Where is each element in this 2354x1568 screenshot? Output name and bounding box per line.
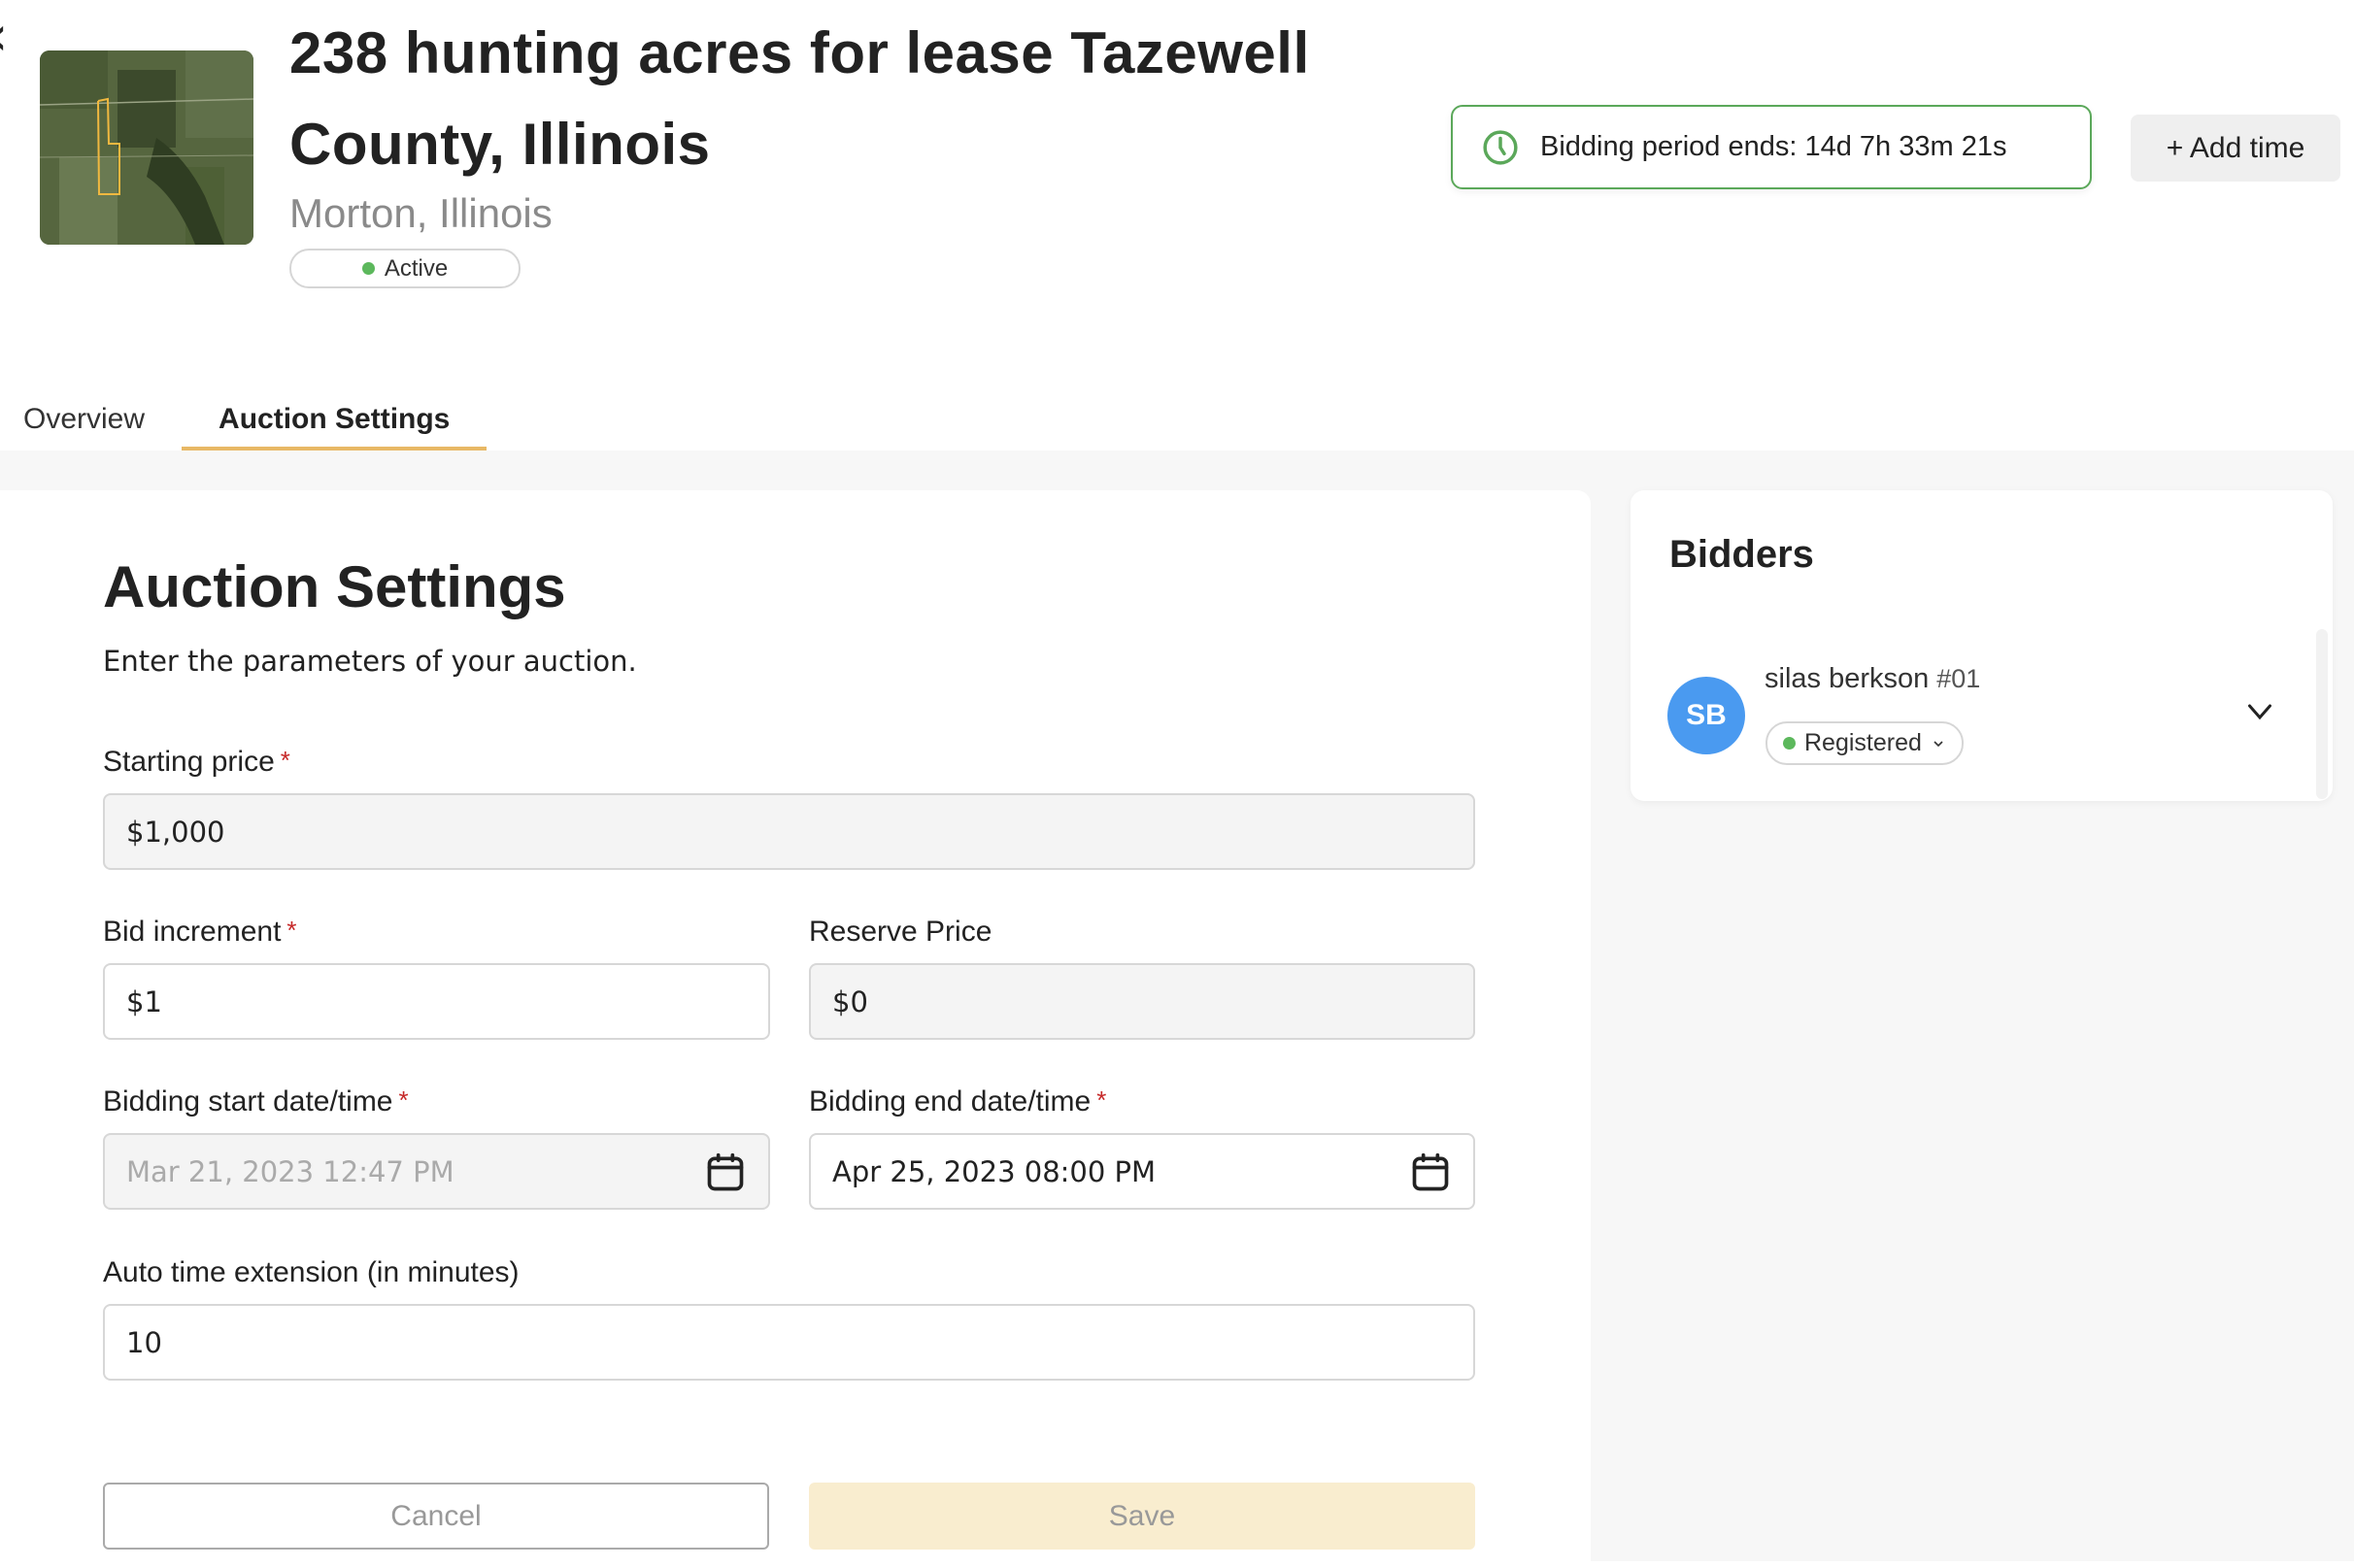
required-mark: * bbox=[1096, 1085, 1107, 1115]
bidder-name: silas berkson bbox=[1765, 663, 1930, 694]
listing-title: 238 hunting acres for lease Tazewell Cou… bbox=[289, 20, 1310, 177]
chevron-down-icon[interactable] bbox=[2242, 694, 2277, 729]
reserve-price-label: Reserve Price bbox=[809, 916, 992, 949]
listing-location: Morton, Illinois bbox=[289, 190, 553, 236]
required-mark: * bbox=[398, 1085, 409, 1115]
required-mark: * bbox=[286, 916, 297, 945]
label-text: Bidding start date/time bbox=[103, 1085, 393, 1118]
calendar-icon[interactable] bbox=[1409, 1151, 1452, 1194]
label-text: Auto time extension (in minutes) bbox=[103, 1256, 520, 1288]
bidding-timer: Bidding period ends: 14d 7h 33m 21s bbox=[1451, 105, 2092, 189]
tab-bar: Overview Auction Settings bbox=[0, 388, 488, 450]
status-label: Active bbox=[384, 254, 449, 282]
start-datetime-label: Bidding start date/time * bbox=[103, 1085, 409, 1118]
label-text: Starting price bbox=[103, 746, 275, 778]
required-mark: * bbox=[280, 746, 290, 775]
tab-overview[interactable]: Overview bbox=[0, 388, 168, 450]
bidder-status-label: Registered bbox=[1804, 729, 1922, 756]
save-button[interactable]: Save bbox=[809, 1483, 1475, 1550]
section-heading: Auction Settings bbox=[103, 554, 566, 619]
bidder-number: #01 bbox=[1936, 664, 1981, 693]
reserve-price-input[interactable]: $0 bbox=[809, 963, 1475, 1040]
cancel-button[interactable]: Cancel bbox=[103, 1483, 769, 1550]
status-dot-icon bbox=[1783, 737, 1796, 750]
label-text: Bid increment bbox=[103, 916, 282, 948]
start-datetime-input[interactable]: Mar 21, 2023 12:47 PM bbox=[103, 1133, 770, 1210]
end-datetime-value: Apr 25, 2023 08:00 PM bbox=[832, 1154, 1157, 1188]
starting-price-label: Starting price * bbox=[103, 746, 290, 779]
bid-increment-input[interactable]: $1 bbox=[103, 963, 770, 1040]
bidder-name-row: silas berkson #01 bbox=[1765, 663, 1980, 695]
status-badge: Active bbox=[289, 249, 521, 288]
auto-extension-input[interactable]: 10 bbox=[103, 1304, 1475, 1381]
bid-increment-label: Bid increment * bbox=[103, 916, 297, 949]
property-thumbnail bbox=[40, 50, 253, 245]
timer-text: Bidding period ends: 14d 7h 33m 21s bbox=[1540, 131, 2007, 162]
auto-extension-label: Auto time extension (in minutes) bbox=[103, 1256, 520, 1289]
add-time-button[interactable]: + Add time bbox=[2131, 115, 2340, 182]
calendar-icon[interactable] bbox=[704, 1151, 747, 1194]
scrollbar[interactable] bbox=[2316, 629, 2328, 799]
start-datetime-value: Mar 21, 2023 12:47 PM bbox=[126, 1154, 454, 1188]
starting-price-input[interactable]: $1,000 bbox=[103, 793, 1475, 870]
chevron-down-icon bbox=[1934, 740, 1943, 747]
bidders-title: Bidders bbox=[1669, 533, 1814, 576]
chevron-left-icon[interactable]: ‹ bbox=[0, 10, 8, 64]
tab-auction-settings[interactable]: Auction Settings bbox=[182, 388, 488, 450]
end-datetime-label: Bidding end date/time * bbox=[809, 1085, 1106, 1118]
label-text: Reserve Price bbox=[809, 916, 992, 948]
listing-header: ‹ 238 hunting acres for lease Tazewell C… bbox=[0, 0, 2354, 450]
clock-icon bbox=[1483, 129, 1518, 165]
status-dot-icon bbox=[361, 262, 375, 275]
avatar: SB bbox=[1667, 677, 1745, 754]
label-text: Bidding end date/time bbox=[809, 1085, 1092, 1118]
bidder-status-dropdown[interactable]: Registered bbox=[1766, 721, 1964, 765]
end-datetime-input[interactable]: Apr 25, 2023 08:00 PM bbox=[809, 1133, 1475, 1210]
bidders-panel: Bidders SB silas berkson #01 Registered bbox=[1631, 490, 2333, 801]
section-subtitle: Enter the parameters of your auction. bbox=[103, 645, 637, 678]
